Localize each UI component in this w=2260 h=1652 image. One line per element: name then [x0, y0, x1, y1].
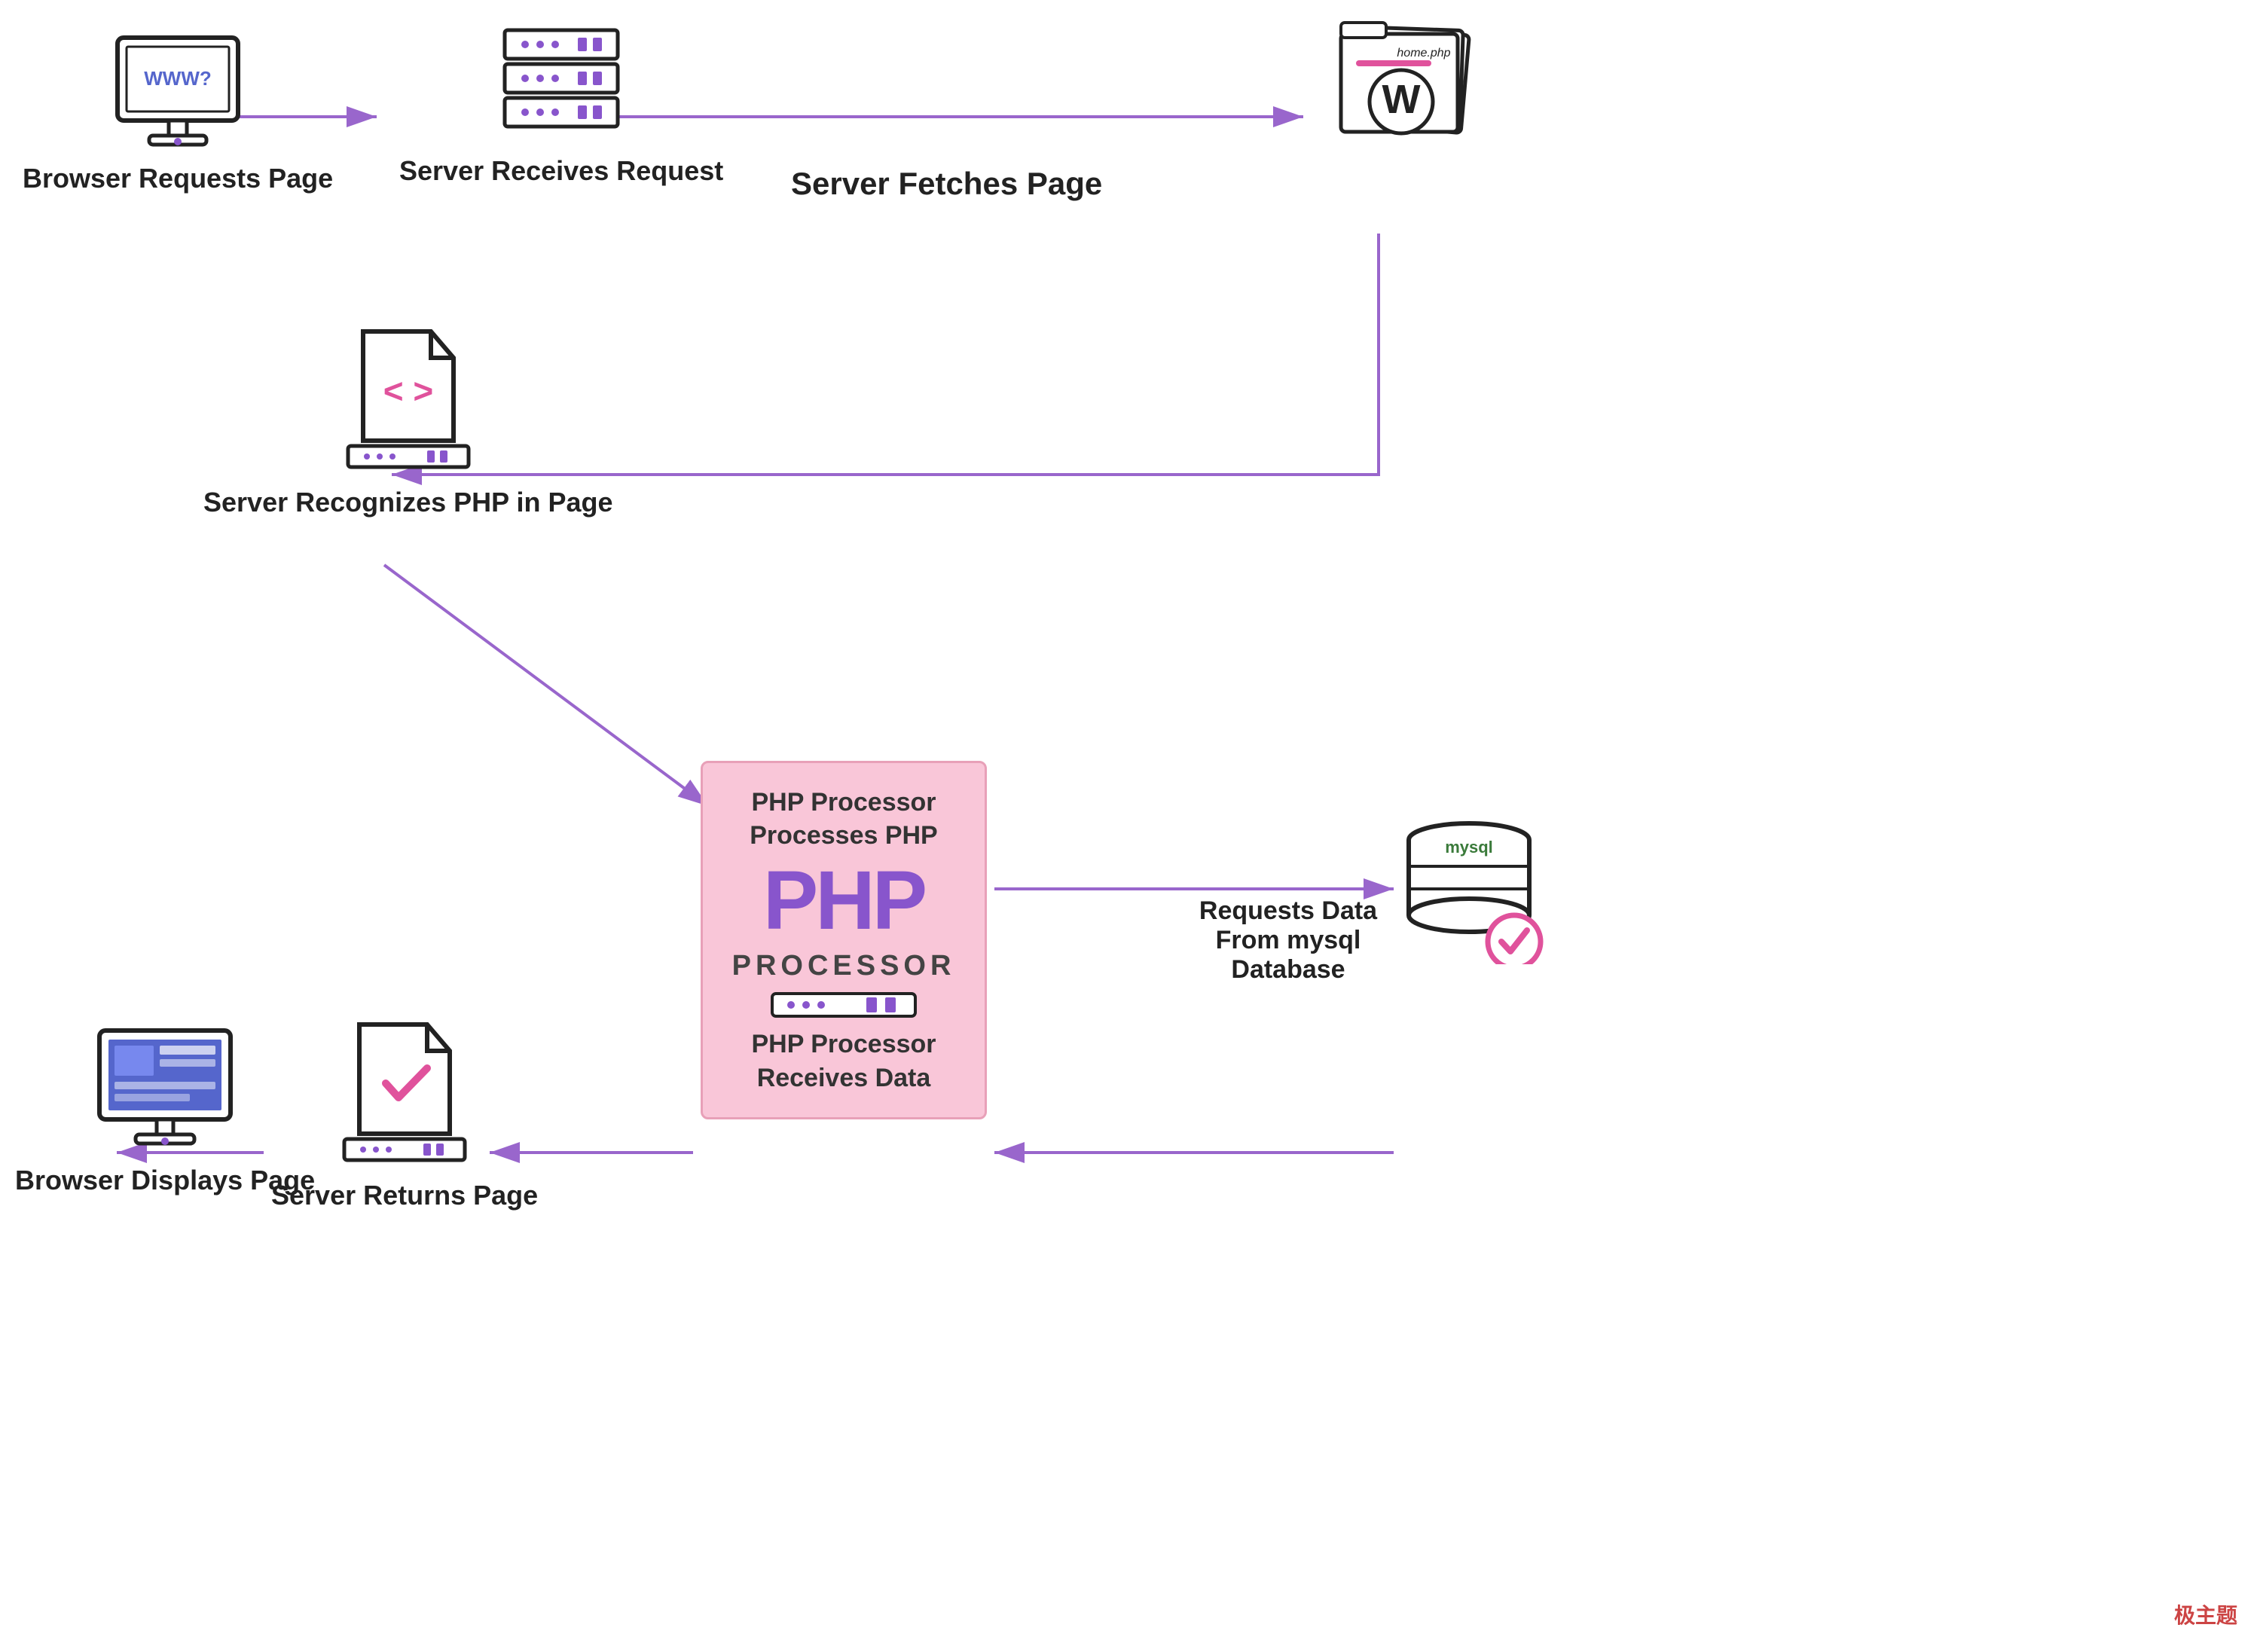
- browser-requests-label: Browser Requests Page: [23, 161, 333, 197]
- phpfile-server-icon-box: < > Server Recognizes PHP in Page: [203, 324, 613, 521]
- server-fetches-label: Server Fetches Page: [791, 166, 1102, 202]
- svg-text:W: W: [1382, 77, 1421, 122]
- phpfile-server-icon: < >: [341, 324, 476, 475]
- mysql-database-icon: mysql: [1394, 806, 1544, 964]
- watermark: 极主题: [2174, 1599, 2237, 1629]
- svg-text:home.php: home.php: [1397, 47, 1450, 60]
- requests-data-label: Requests Data From mysql Database: [1183, 896, 1394, 985]
- server-rack-icon: [493, 23, 629, 143]
- svg-text:mysql: mysql: [1445, 838, 1493, 857]
- processor-server-bar: [768, 990, 919, 1020]
- php-processor-bottom-label: PHP Processor Receives Data: [733, 1028, 954, 1094]
- php-processor-box: PHP Processor Processes PHP PHP PROCESSO…: [701, 761, 987, 1119]
- diagram-container: WWW? Browser Requests Page: [0, 0, 2260, 1652]
- server-receives-label: Server Receives Request: [399, 154, 723, 189]
- browser-icon-box: WWW? Browser Requests Page: [23, 30, 333, 197]
- php-processor-top-label: PHP Processor Processes PHP: [733, 786, 954, 852]
- folder-wordpress-icon: home.php W: [1326, 15, 1477, 151]
- browser-displays-icon-box: Browser Displays Page: [15, 1024, 315, 1199]
- browser-display-icon: [93, 1024, 237, 1153]
- browser-displays-label: Browser Displays Page: [15, 1163, 315, 1199]
- browser-monitor-icon: WWW?: [110, 30, 246, 151]
- processor-word-label: PROCESSOR: [732, 950, 956, 982]
- server-receives-icon-box: Server Receives Request: [399, 23, 723, 189]
- server-recognizes-label: Server Recognizes PHP in Page: [203, 485, 613, 521]
- server-fetches-label-box: Server Fetches Page: [791, 166, 1102, 202]
- folder-wp-icon-box: home.php W: [1326, 15, 1477, 151]
- arrows-layer: [0, 0, 2260, 1652]
- server-returns-icon: [337, 1017, 472, 1168]
- svg-text:WWW?: WWW?: [144, 67, 212, 90]
- mysql-icon-box: mysql Requests Data From mysql Database: [1394, 806, 1544, 964]
- svg-text:< >: < >: [383, 371, 434, 411]
- php-big-label: PHP: [763, 860, 924, 942]
